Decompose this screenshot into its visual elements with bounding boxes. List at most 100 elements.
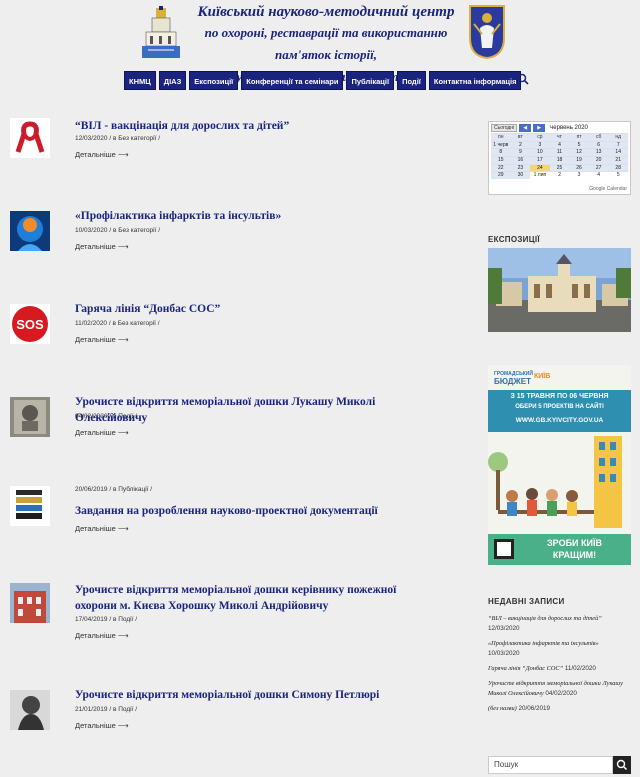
calendar-day[interactable]: 28 <box>608 163 628 172</box>
calendar-day[interactable]: 4 <box>549 140 570 149</box>
site-title-line2: по охороні, реставрації та використанню … <box>204 25 448 62</box>
calendar-day[interactable]: 18 <box>549 156 570 164</box>
calendar-day[interactable]: 16 <box>510 156 531 164</box>
calendar-prev-icon[interactable]: ◀ <box>519 123 532 132</box>
calendar-day[interactable]: 12 <box>569 148 589 157</box>
recent-post-link[interactable]: (без назви) <box>488 705 517 712</box>
read-more-link[interactable]: Детальніше ⟶ <box>75 242 129 251</box>
calendar-day[interactable]: 19 <box>569 156 589 164</box>
calendar-day[interactable]: 8 <box>491 148 511 157</box>
read-more-link[interactable]: Детальніше ⟶ <box>75 631 129 640</box>
calendar-day[interactable]: 15 <box>491 156 511 164</box>
read-more-link[interactable]: Детальніше ⟶ <box>75 428 129 437</box>
center-logo[interactable] <box>138 6 184 62</box>
post-title[interactable]: Урочисте відкриття меморіальної дошки ке… <box>75 582 435 614</box>
calendar-weekday: пт <box>569 133 589 141</box>
sidebar-search-button-icon[interactable] <box>613 756 631 774</box>
menu-item-diaz[interactable]: ДІАЗ <box>158 71 187 90</box>
calendar-day[interactable]: 3 <box>530 140 550 149</box>
sidebar-search-input[interactable]: Пошук <box>488 756 613 774</box>
calendar-weekday: пн <box>491 133 511 141</box>
banner-slogan-line2: КРАЩИМ! <box>552 550 597 560</box>
post-title[interactable]: Урочисте відкриття меморіальної дошки Лу… <box>75 394 435 426</box>
google-calendar-link[interactable]: Google Calendar <box>589 186 627 192</box>
calendar-day[interactable]: 30 <box>510 171 531 180</box>
post-title[interactable]: Завдання на розроблення науково-проектно… <box>75 503 435 519</box>
post-title[interactable]: “ВІЛ - вакцінація для дорослих та дітей” <box>75 118 435 134</box>
post-thumbnail-aids-ribbon[interactable] <box>10 118 50 158</box>
menu-item-knmc[interactable]: КНМЦ <box>124 71 156 90</box>
calendar-today-button[interactable]: Сьогодні <box>491 123 518 132</box>
calendar-day-today[interactable]: 24 <box>530 163 550 172</box>
menu-item-contacts[interactable]: Контактна інформація <box>428 71 522 90</box>
recent-post-date: 10/03/2020 <box>488 650 520 657</box>
banner-url: WWW.GB.KYIVCITY.GOV.UA <box>515 417 604 424</box>
search-icon[interactable] <box>517 73 529 85</box>
calendar-day[interactable]: 5 <box>569 140 589 149</box>
calendar-day[interactable]: 10 <box>530 148 550 157</box>
calendar-day[interactable]: 6 <box>588 140 609 149</box>
post-thumbnail-building[interactable] <box>10 583 50 623</box>
post-item: SOS Гаряча лінія “Донбас СОС” 11/02/2020… <box>10 303 430 354</box>
read-more-link[interactable]: Детальніше ⟶ <box>75 150 129 159</box>
calendar-day[interactable]: 3 <box>569 171 589 179</box>
calendar-day[interactable]: 14 <box>608 148 628 157</box>
post-meta: 10/03/2020 / в Без категорії / <box>75 227 161 234</box>
post-item: Урочисте відкриття меморіальної дошки Лу… <box>10 396 430 447</box>
post-title[interactable]: Урочисте відкриття меморіальної дошки Си… <box>75 687 435 703</box>
menu-item-exhibitions[interactable]: Експозиції <box>189 71 239 90</box>
calendar-day[interactable]: 1 черв <box>491 140 511 149</box>
menu-item-publications[interactable]: Публікації <box>346 71 395 90</box>
post-thumbnail-bust[interactable] <box>10 690 50 730</box>
recent-post-link[interactable]: «Профілактика інфарктів та інсультів» <box>488 640 599 647</box>
post-thumbnail-documents[interactable] <box>10 486 50 526</box>
recent-post-link[interactable]: Гаряча лінія “Донбас СОС” <box>488 665 563 672</box>
calendar-next-icon[interactable]: ▶ <box>533 123 546 132</box>
calendar-day[interactable]: 4 <box>588 171 609 179</box>
public-budget-banner[interactable]: ГРОМАДСЬКИЙ БЮДЖЕТ КИЇВ З 15 ТРАВНЯ ПО 0… <box>488 365 631 565</box>
calendar-day[interactable]: 1 лип <box>530 171 550 179</box>
recent-post-date: 12/03/2020 <box>488 625 520 632</box>
calendar-day[interactable]: 17 <box>530 156 550 164</box>
recent-post-item: (без назви) 20/06/2019 <box>488 704 633 714</box>
calendar-day[interactable]: 25 <box>549 163 570 172</box>
expositions-heading: ЕКСПОЗИЦІЇ <box>488 235 540 244</box>
read-more-link[interactable]: Детальніше ⟶ <box>75 721 129 730</box>
read-more-link[interactable]: Детальніше ⟶ <box>75 524 129 533</box>
calendar-weekday: сб <box>588 133 609 141</box>
calendar-day[interactable]: 29 <box>491 171 511 180</box>
calendar-day[interactable]: 23 <box>510 163 531 172</box>
recent-post-link[interactable]: “ВІЛ – вакцінація для дорослих та дітей” <box>488 615 602 622</box>
post-thumbnail-brain[interactable] <box>10 211 50 251</box>
read-more-link[interactable]: Детальніше ⟶ <box>75 335 129 344</box>
menu-item-conferences[interactable]: Конференції та семінари <box>241 71 344 90</box>
post-title[interactable]: «Профілактика інфарктів та інсультів» <box>75 208 435 224</box>
calendar-day[interactable]: 21 <box>608 156 628 164</box>
calendar-day[interactable]: 7 <box>608 140 628 149</box>
calendar-day[interactable]: 2 <box>549 171 570 179</box>
calendar-day[interactable]: 5 <box>608 171 628 179</box>
post-item: Урочисте відкриття меморіальної дошки ке… <box>10 583 430 643</box>
calendar-day[interactable]: 26 <box>569 163 589 172</box>
calendar-day[interactable]: 20 <box>588 156 609 164</box>
calendar-day[interactable]: 9 <box>510 148 531 157</box>
post-meta: 04/02/2020 / в Події / <box>75 413 138 420</box>
post-title[interactable]: Гаряча лінія “Донбас СОС” <box>75 301 435 317</box>
calendar-grid: пн вт ср чт пт сб нд 1 черв 2 3 4 5 6 7 … <box>489 133 630 180</box>
post-item: «Профілактика інфарктів та інсультів» 10… <box>10 210 430 261</box>
recent-post-item: Урочисте відкриття меморіальної дошки Лу… <box>488 679 633 699</box>
calendar-day[interactable]: 27 <box>588 163 609 172</box>
post-thumbnail-sos[interactable]: SOS <box>10 304 50 344</box>
calendar-weekday: вт <box>510 133 531 141</box>
post-thumbnail-plaque[interactable] <box>10 397 50 437</box>
calendar-day[interactable]: 2 <box>510 140 531 149</box>
exposition-image[interactable] <box>488 248 631 332</box>
calendar-day[interactable]: 13 <box>588 148 609 157</box>
calendar-day[interactable]: 11 <box>549 148 570 157</box>
calendar-day[interactable]: 22 <box>491 163 511 172</box>
post-meta: 11/02/2020 / в Без категорії / <box>75 320 160 327</box>
site-header: Київський науково-методичний центр по ох… <box>0 0 640 118</box>
post-meta: 21/01/2019 / в Події / <box>75 706 138 713</box>
menu-item-events[interactable]: Події <box>397 71 426 90</box>
banner-date-line: З 15 ТРАВНЯ ПО 06 ЧЕРВНЯ <box>510 393 609 400</box>
